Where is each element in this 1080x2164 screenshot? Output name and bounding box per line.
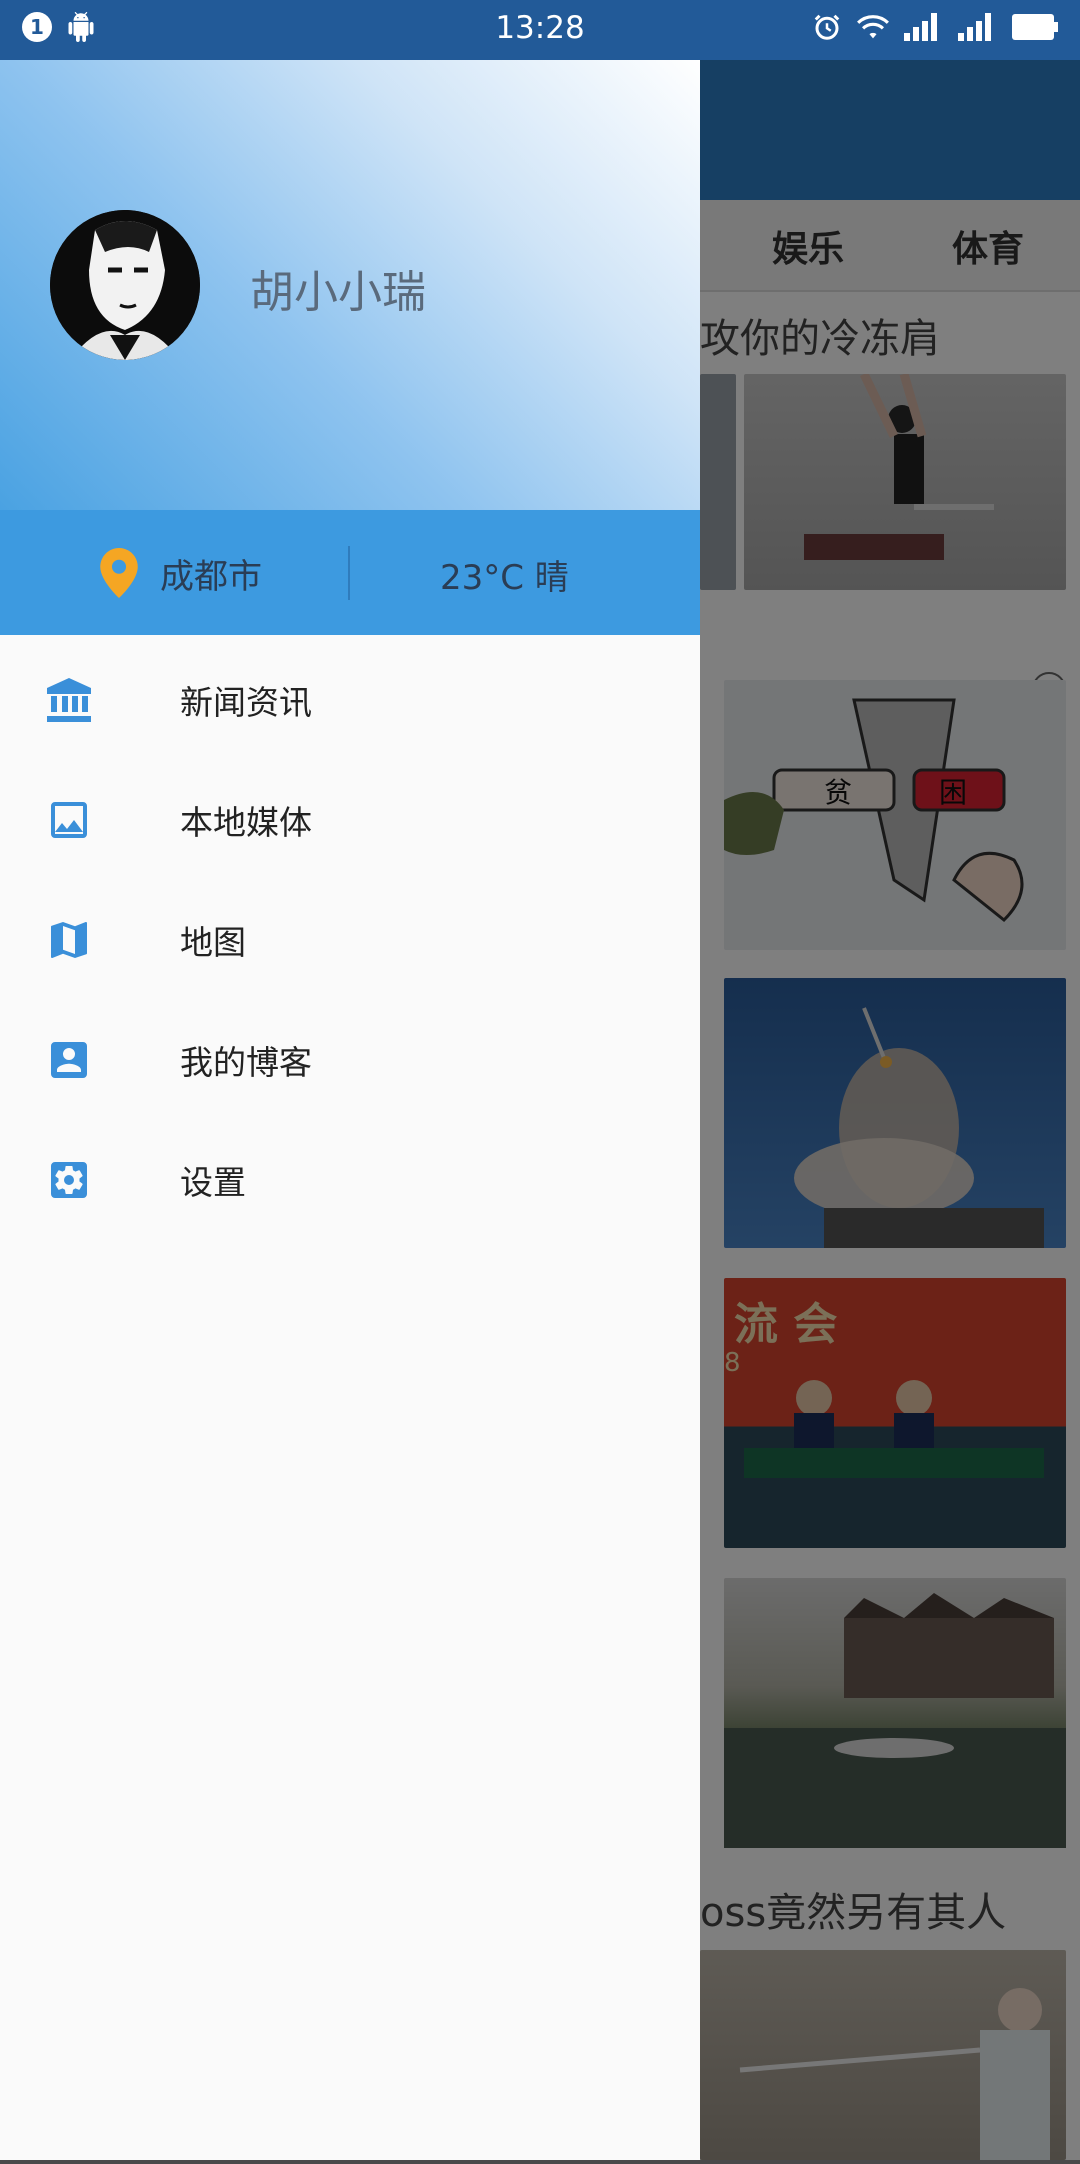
image-icon [51,802,87,838]
menu-item-news[interactable]: 新闻资讯 [0,640,700,760]
drawer-header: 胡小小瑞 [0,60,700,510]
avatar[interactable] [50,210,200,360]
location-weather-bar: 成都市 23°C 晴 [0,510,700,635]
signal-1-icon [904,13,937,41]
weather-label[interactable]: 23°C 晴 [440,550,569,599]
map-icon [51,922,87,958]
bank-icon [47,678,91,722]
divider [348,546,350,600]
menu-item-settings[interactable]: 设置 [0,1120,700,1240]
city-label[interactable]: 成都市 [160,549,262,598]
menu-label: 设置 [180,1163,246,1202]
menu-item-my-blog[interactable]: 我的博客 [0,1000,700,1120]
menu-item-local-media[interactable]: 本地媒体 [0,760,700,880]
settings-icon [51,1162,87,1198]
alarm-icon [814,14,840,40]
status-bar: 1 13:28 [0,0,1080,60]
menu-label: 本地媒体 [180,803,312,842]
menu-label: 地图 [180,923,246,962]
battery-icon [1012,14,1058,40]
menu-label: 我的博客 [180,1043,312,1082]
navigation-drawer: 胡小小瑞 成都市 23°C 晴 新闻资讯 本地媒体 地图 我的博客 设置 [0,60,700,2160]
user-name[interactable]: 胡小小瑞 [250,256,426,320]
menu-item-map[interactable]: 地图 [0,880,700,1000]
menu-label: 新闻资讯 [180,683,312,722]
signal-2-icon [958,13,991,41]
wifi-icon [857,15,889,39]
account-box-icon [51,1042,87,1078]
drawer-menu: 新闻资讯 本地媒体 地图 我的博客 设置 [0,640,700,1240]
location-pin-icon [100,548,138,598]
